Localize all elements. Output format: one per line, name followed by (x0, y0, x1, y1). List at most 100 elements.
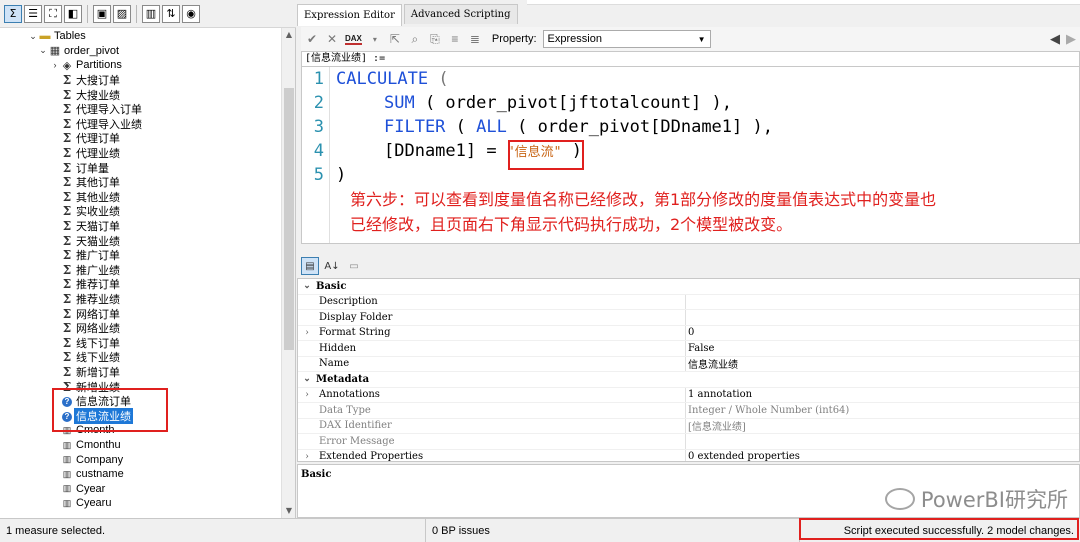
property-value[interactable]: False (685, 341, 1079, 356)
tree-column-item[interactable]: ▥ Cmonthu (60, 438, 123, 453)
close-icon[interactable]: ✕ (325, 32, 339, 46)
tree-measure-item[interactable]: Σ 推荐订单 (60, 277, 122, 292)
tree-measure-item[interactable]: Σ 线下业绩 (60, 350, 122, 365)
model-tree[interactable]: ⌄ ▬ Tables ⌄ ▦ order_pivot › ◈ Partition… (0, 28, 296, 518)
tree-measure-item[interactable]: ? 信息流业绩 (60, 407, 133, 424)
property-row[interactable]: Data Type Integer / Whole Number (int64) (298, 403, 1079, 419)
property-value[interactable]: 0 (685, 325, 1079, 340)
sort-icon[interactable]: ⇅ (162, 4, 180, 23)
scroll-thumb[interactable] (284, 88, 294, 350)
property-category[interactable]: ⌄ Basic (298, 279, 1079, 295)
property-value[interactable] (685, 310, 1079, 325)
property-category[interactable]: ⌄ Metadata (298, 372, 1079, 388)
property-row[interactable]: DAX Identifier [信息流业绩] (298, 418, 1079, 434)
tab-advanced-scripting[interactable]: Advanced Scripting (403, 4, 518, 24)
categorized-icon[interactable]: ▤ (301, 257, 319, 275)
sigma-icon: Σ (62, 102, 72, 117)
tree-measure-item[interactable]: Σ 推广业绩 (60, 263, 122, 278)
chevron-down-icon[interactable]: ⌄ (38, 45, 48, 56)
chevron-right-icon[interactable]: › (298, 390, 316, 400)
property-row[interactable]: › Extended Properties 0 extended propertie… (298, 449, 1079, 461)
replace-icon[interactable]: ⎘ (428, 32, 442, 47)
status-bp-issues[interactable]: 0 BP issues (426, 519, 800, 542)
table-hide-icon[interactable]: ▣ (93, 4, 111, 23)
tree-measure-item[interactable]: Σ 订单量 (60, 160, 111, 175)
chevron-right-icon[interactable]: › (298, 452, 316, 461)
tree-measure-item[interactable]: Σ 其他业绩 (60, 190, 122, 205)
property-value[interactable]: 1 annotation (685, 387, 1079, 402)
comment-icon[interactable]: ≡ (448, 32, 462, 46)
tree-scrollbar[interactable]: ▲ ▼ (281, 28, 295, 518)
check-icon[interactable]: ✔ (305, 32, 319, 46)
tree-measure-item[interactable]: Σ 其他订单 (60, 175, 122, 190)
property-value[interactable]: [信息流业绩] (685, 418, 1079, 433)
tree-measure-item[interactable]: Σ 大搜订单 (60, 73, 122, 88)
alphabetical-icon[interactable]: A↓ (323, 257, 341, 275)
property-row[interactable]: Description (298, 294, 1079, 310)
chevron-down-icon[interactable]: ⌄ (298, 374, 316, 384)
tree-column-item[interactable]: ▥ Company (60, 452, 125, 467)
property-value[interactable]: Integer / Whole Number (int64) (685, 403, 1079, 418)
property-row[interactable]: › Format String 0 (298, 325, 1079, 341)
property-row[interactable]: Hidden False (298, 341, 1079, 357)
property-value[interactable]: 0 extended properties (685, 449, 1079, 461)
tree-node-tables[interactable]: ⌄ ▬ Tables (28, 29, 88, 44)
tree-measure-item[interactable]: Σ 线下订单 (60, 336, 122, 351)
tree-measure-item[interactable]: Σ 实收业绩 (60, 204, 122, 219)
tree-measure-item[interactable]: Σ 代理导入业绩 (60, 117, 144, 132)
list-icon[interactable]: ☰ (24, 4, 42, 23)
tree-measure-item[interactable]: Σ 代理订单 (60, 131, 122, 146)
tree-measure-item[interactable]: Σ 新增订单 (60, 365, 122, 380)
property-value[interactable] (685, 434, 1079, 449)
dropdown-arrow-icon[interactable]: ▾ (368, 35, 382, 44)
chevron-down-icon[interactable]: ⌄ (28, 31, 38, 42)
hierarchy-icon[interactable]: ⛶ (44, 4, 62, 23)
uncomment-icon[interactable]: ≣ (468, 32, 482, 46)
tab-expression-editor[interactable]: Expression Editor (297, 4, 402, 26)
tree-node-table[interactable]: ⌄ ▦ order_pivot (38, 44, 121, 59)
tree-measure-item[interactable]: Σ 新增业绩 (60, 379, 122, 394)
chevron-down-icon[interactable]: ⌄ (298, 281, 316, 291)
property-row[interactable]: Display Folder (298, 310, 1079, 326)
tree-column-item[interactable]: ▥ Cmonth (60, 423, 117, 438)
chevron-right-icon[interactable]: › (298, 328, 316, 338)
dax-code-editor[interactable]: 1 2 3 4 5 CALCULATE ( SUM ( order_pivot[… (301, 66, 1080, 244)
cube-icon[interactable]: ◧ (64, 4, 82, 23)
tree-measure-item[interactable]: Σ 天猫订单 (60, 219, 122, 234)
code-line-5: ) (336, 165, 346, 185)
tree-column-item[interactable]: ▥ Cyear (60, 482, 107, 497)
property-row[interactable]: Name 信息流业绩 (298, 356, 1079, 372)
property-value[interactable] (685, 294, 1079, 309)
chevron-right-icon[interactable]: › (50, 60, 60, 70)
property-grid[interactable]: ⌄ Basic Description Display Folder › Format S… (297, 278, 1080, 462)
tree-column-item[interactable]: ▥ custname (60, 467, 126, 482)
scroll-down-icon[interactable]: ▼ (282, 504, 295, 518)
dependency-icon[interactable]: ⇱ (388, 32, 402, 46)
tree-measure-item[interactable]: Σ 网络订单 (60, 306, 122, 321)
tree-measure-item[interactable]: Σ 网络业绩 (60, 321, 122, 336)
tree-node-partitions[interactable]: › ◈ Partitions (50, 58, 124, 73)
find-icon[interactable]: ⌕ (408, 32, 422, 47)
tree-measure-item[interactable]: Σ 天猫业绩 (60, 233, 122, 248)
property-pages-icon[interactable]: ▭ (345, 257, 363, 275)
sigma-icon[interactable]: Σ (4, 4, 22, 23)
property-row[interactable]: › Annotations 1 annotation (298, 387, 1079, 403)
tree-measure-item[interactable]: Σ 推广订单 (60, 248, 122, 263)
tree-column-item[interactable]: ▥ Cyearu (60, 496, 113, 511)
property-select[interactable]: Expression ▼ (542, 30, 711, 48)
filter-off-icon[interactable]: ▨ (113, 4, 131, 23)
scroll-up-icon[interactable]: ▲ (282, 28, 295, 42)
property-row[interactable]: Error Message (298, 434, 1079, 450)
columns-icon[interactable]: ▥ (142, 4, 160, 23)
tree-measure-item[interactable]: Σ 代理导入订单 (60, 102, 144, 117)
back-icon[interactable]: ◀ (1050, 31, 1060, 47)
dax-format-icon[interactable]: DAX (345, 34, 362, 45)
tree-measure-item[interactable]: Σ 推荐业绩 (60, 292, 122, 307)
tree-measure-item[interactable]: ? 信息流订单 (60, 394, 133, 409)
property-value[interactable]: 信息流业绩 (685, 356, 1079, 371)
tree-measure-item[interactable]: Σ 大搜业绩 (60, 87, 122, 102)
forward-icon[interactable]: ▶ (1066, 31, 1076, 47)
tree-node-label: custname (76, 468, 124, 481)
tree-measure-item[interactable]: Σ 代理业绩 (60, 146, 122, 161)
sync-icon[interactable]: ◉ (182, 4, 200, 23)
